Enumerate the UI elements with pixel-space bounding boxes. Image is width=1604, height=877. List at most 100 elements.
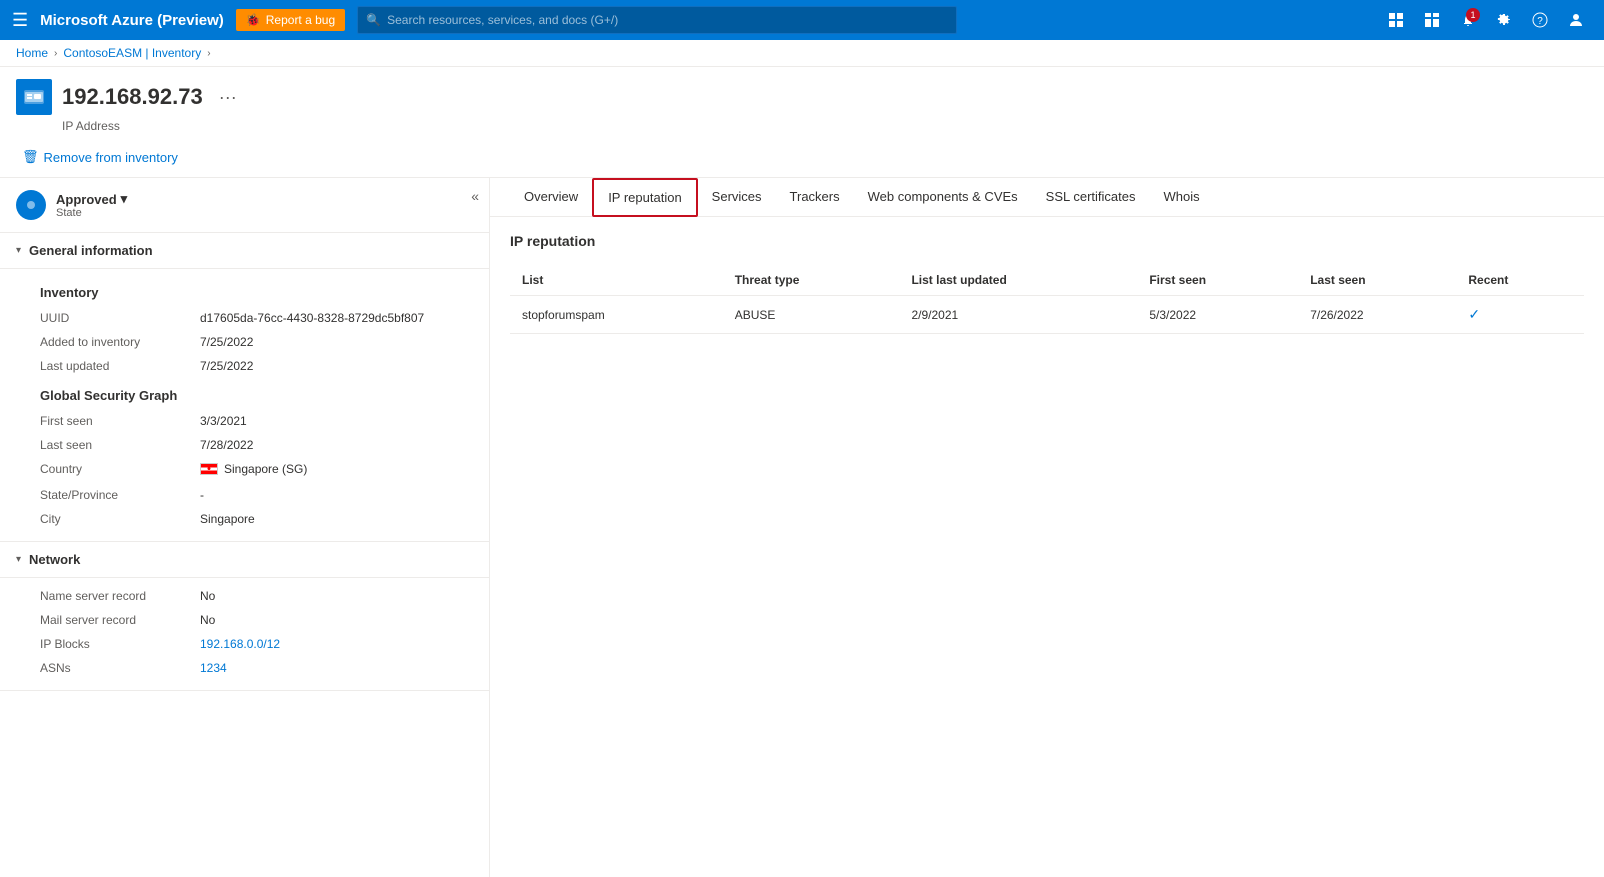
search-icon: 🔍 [366,13,381,27]
last-updated-label: Last updated [40,356,190,376]
state-section: Approved ▾ State « [0,178,489,233]
tab-overview[interactable]: Overview [510,179,592,216]
breadcrumb-home[interactable]: Home [16,46,48,60]
tab-ip-reputation[interactable]: IP reputation [592,178,697,217]
name-server-label: Name server record [40,586,190,606]
state-icon [16,190,46,220]
hamburger-icon[interactable]: ☰ [12,10,28,31]
tab-trackers[interactable]: Trackers [776,179,854,216]
added-label: Added to inventory [40,332,190,352]
left-panel-wrapper: Approved ▾ State « ▾ General information… [0,178,490,877]
ip-reputation-table: List Threat type List last updated First… [510,265,1584,334]
network-grid: Name server record No Mail server record… [0,578,489,691]
table-row: stopforumspam ABUSE 2/9/2021 5/3/2022 7/… [510,296,1584,334]
col-header-last-seen: Last seen [1298,265,1456,296]
added-value: 7/25/2022 [200,332,473,352]
topnav-icons: 1 ? [1380,4,1592,36]
settings-icon[interactable] [1488,4,1520,36]
tab-whois[interactable]: Whois [1150,179,1214,216]
notifications-icon[interactable]: 1 [1452,4,1484,36]
breadcrumb: Home › ContosoEASM | Inventory › [0,40,1604,67]
portal-icon[interactable] [1380,4,1412,36]
asns-link[interactable]: 1234 [200,661,227,675]
top-navigation: ☰ Microsoft Azure (Preview) 🐞 Report a b… [0,0,1604,40]
ip-blocks-label: IP Blocks [40,634,190,654]
right-panel: Overview IP reputation Services Trackers… [490,178,1604,877]
country-value: Singapore (SG) [200,459,473,481]
city-value: Singapore [200,509,473,529]
notification-badge: 1 [1466,8,1480,22]
tab-web-components[interactable]: Web components & CVEs [854,179,1032,216]
left-panel: Approved ▾ State « ▾ General information… [0,178,490,877]
trash-icon: 🗑 [22,149,39,165]
ip-address-icon [16,79,52,115]
cell-first-seen: 5/3/2022 [1137,296,1298,334]
search-input[interactable] [387,13,948,27]
breadcrumb-inventory[interactable]: ContosoEASM | Inventory [63,46,201,60]
last-updated-value: 7/25/2022 [200,356,473,376]
page-toolbar: 🗑 Remove from inventory [16,137,1588,177]
report-bug-button[interactable]: 🐞 Report a bug [236,9,345,31]
state-province-label: State/Province [40,485,190,505]
cell-recent: ✓ [1456,296,1584,334]
network-chevron-icon: ▾ [16,554,21,565]
state-chevron-icon: ▾ [121,191,128,207]
ip-blocks-link[interactable]: 192.168.0.0/12 [200,637,280,651]
state-province-value: - [200,485,473,505]
country-label: Country [40,459,190,481]
state-sublabel: State [56,207,127,219]
uuid-value: d17605da-76cc-4430-8328-8729dc5bf807 [200,308,473,328]
first-seen-label: First seen [40,411,190,431]
dashboard-icon[interactable] [1416,4,1448,36]
city-label: City [40,509,190,529]
ip-blocks-value: 192.168.0.0/12 [200,634,473,654]
cell-last-seen: 7/26/2022 [1298,296,1456,334]
col-header-threat-type: Threat type [723,265,900,296]
general-info-section-header[interactable]: ▾ General information [0,233,489,269]
col-header-list-last-updated: List last updated [899,265,1137,296]
mail-server-label: Mail server record [40,610,190,630]
cell-list: stopforumspam [510,296,723,334]
more-options-icon[interactable]: ··· [219,87,237,108]
remove-from-inventory-button[interactable]: 🗑 Remove from inventory [16,145,184,169]
network-title: Network [29,552,80,567]
asns-label: ASNs [40,658,190,678]
state-label[interactable]: Approved ▾ [56,191,127,207]
svg-text:?: ? [1537,16,1543,27]
breadcrumb-sep-2: › [207,48,210,59]
col-header-recent: Recent [1456,265,1584,296]
tab-ssl-certificates[interactable]: SSL certificates [1032,179,1150,216]
singapore-flag [200,463,218,475]
last-seen-value: 7/28/2022 [200,435,473,455]
cell-threat-type: ABUSE [723,296,900,334]
search-bar[interactable]: 🔍 [357,6,957,34]
uuid-label: UUID [40,308,190,328]
general-info-grid: Inventory UUID d17605da-76cc-4430-8328-8… [0,269,489,542]
page-title: 192.168.92.73 [62,84,203,110]
global-security-title: Global Security Graph [40,380,473,407]
general-info-chevron-icon: ▾ [16,245,21,256]
table-header-row: List Threat type List last updated First… [510,265,1584,296]
network-section-header[interactable]: ▾ Network [0,542,489,578]
collapse-panel-icon[interactable]: « [471,188,479,204]
ip-reputation-section: IP reputation List Threat type List last… [490,217,1604,350]
cell-list-last-updated: 2/9/2021 [899,296,1137,334]
tab-services[interactable]: Services [698,179,776,216]
last-seen-label: Last seen [40,435,190,455]
name-server-value: No [200,586,473,606]
ip-reputation-title: IP reputation [510,233,1584,249]
page-subtitle: IP Address [62,119,1588,133]
general-info-title: General information [29,243,153,258]
main-content: Approved ▾ State « ▾ General information… [0,178,1604,877]
breadcrumb-sep-1: › [54,48,57,59]
app-title: Microsoft Azure (Preview) [40,12,224,29]
recent-check-icon: ✓ [1468,306,1480,322]
account-icon[interactable] [1560,4,1592,36]
mail-server-value: No [200,610,473,630]
bug-icon: 🐞 [246,13,261,27]
inventory-group-title: Inventory [40,277,473,304]
page-header: 192.168.92.73 ··· IP Address 🗑 Remove fr… [0,67,1604,178]
help-icon[interactable]: ? [1524,4,1556,36]
tabs: Overview IP reputation Services Trackers… [490,178,1604,217]
flag-icon: Singapore (SG) [200,462,307,476]
